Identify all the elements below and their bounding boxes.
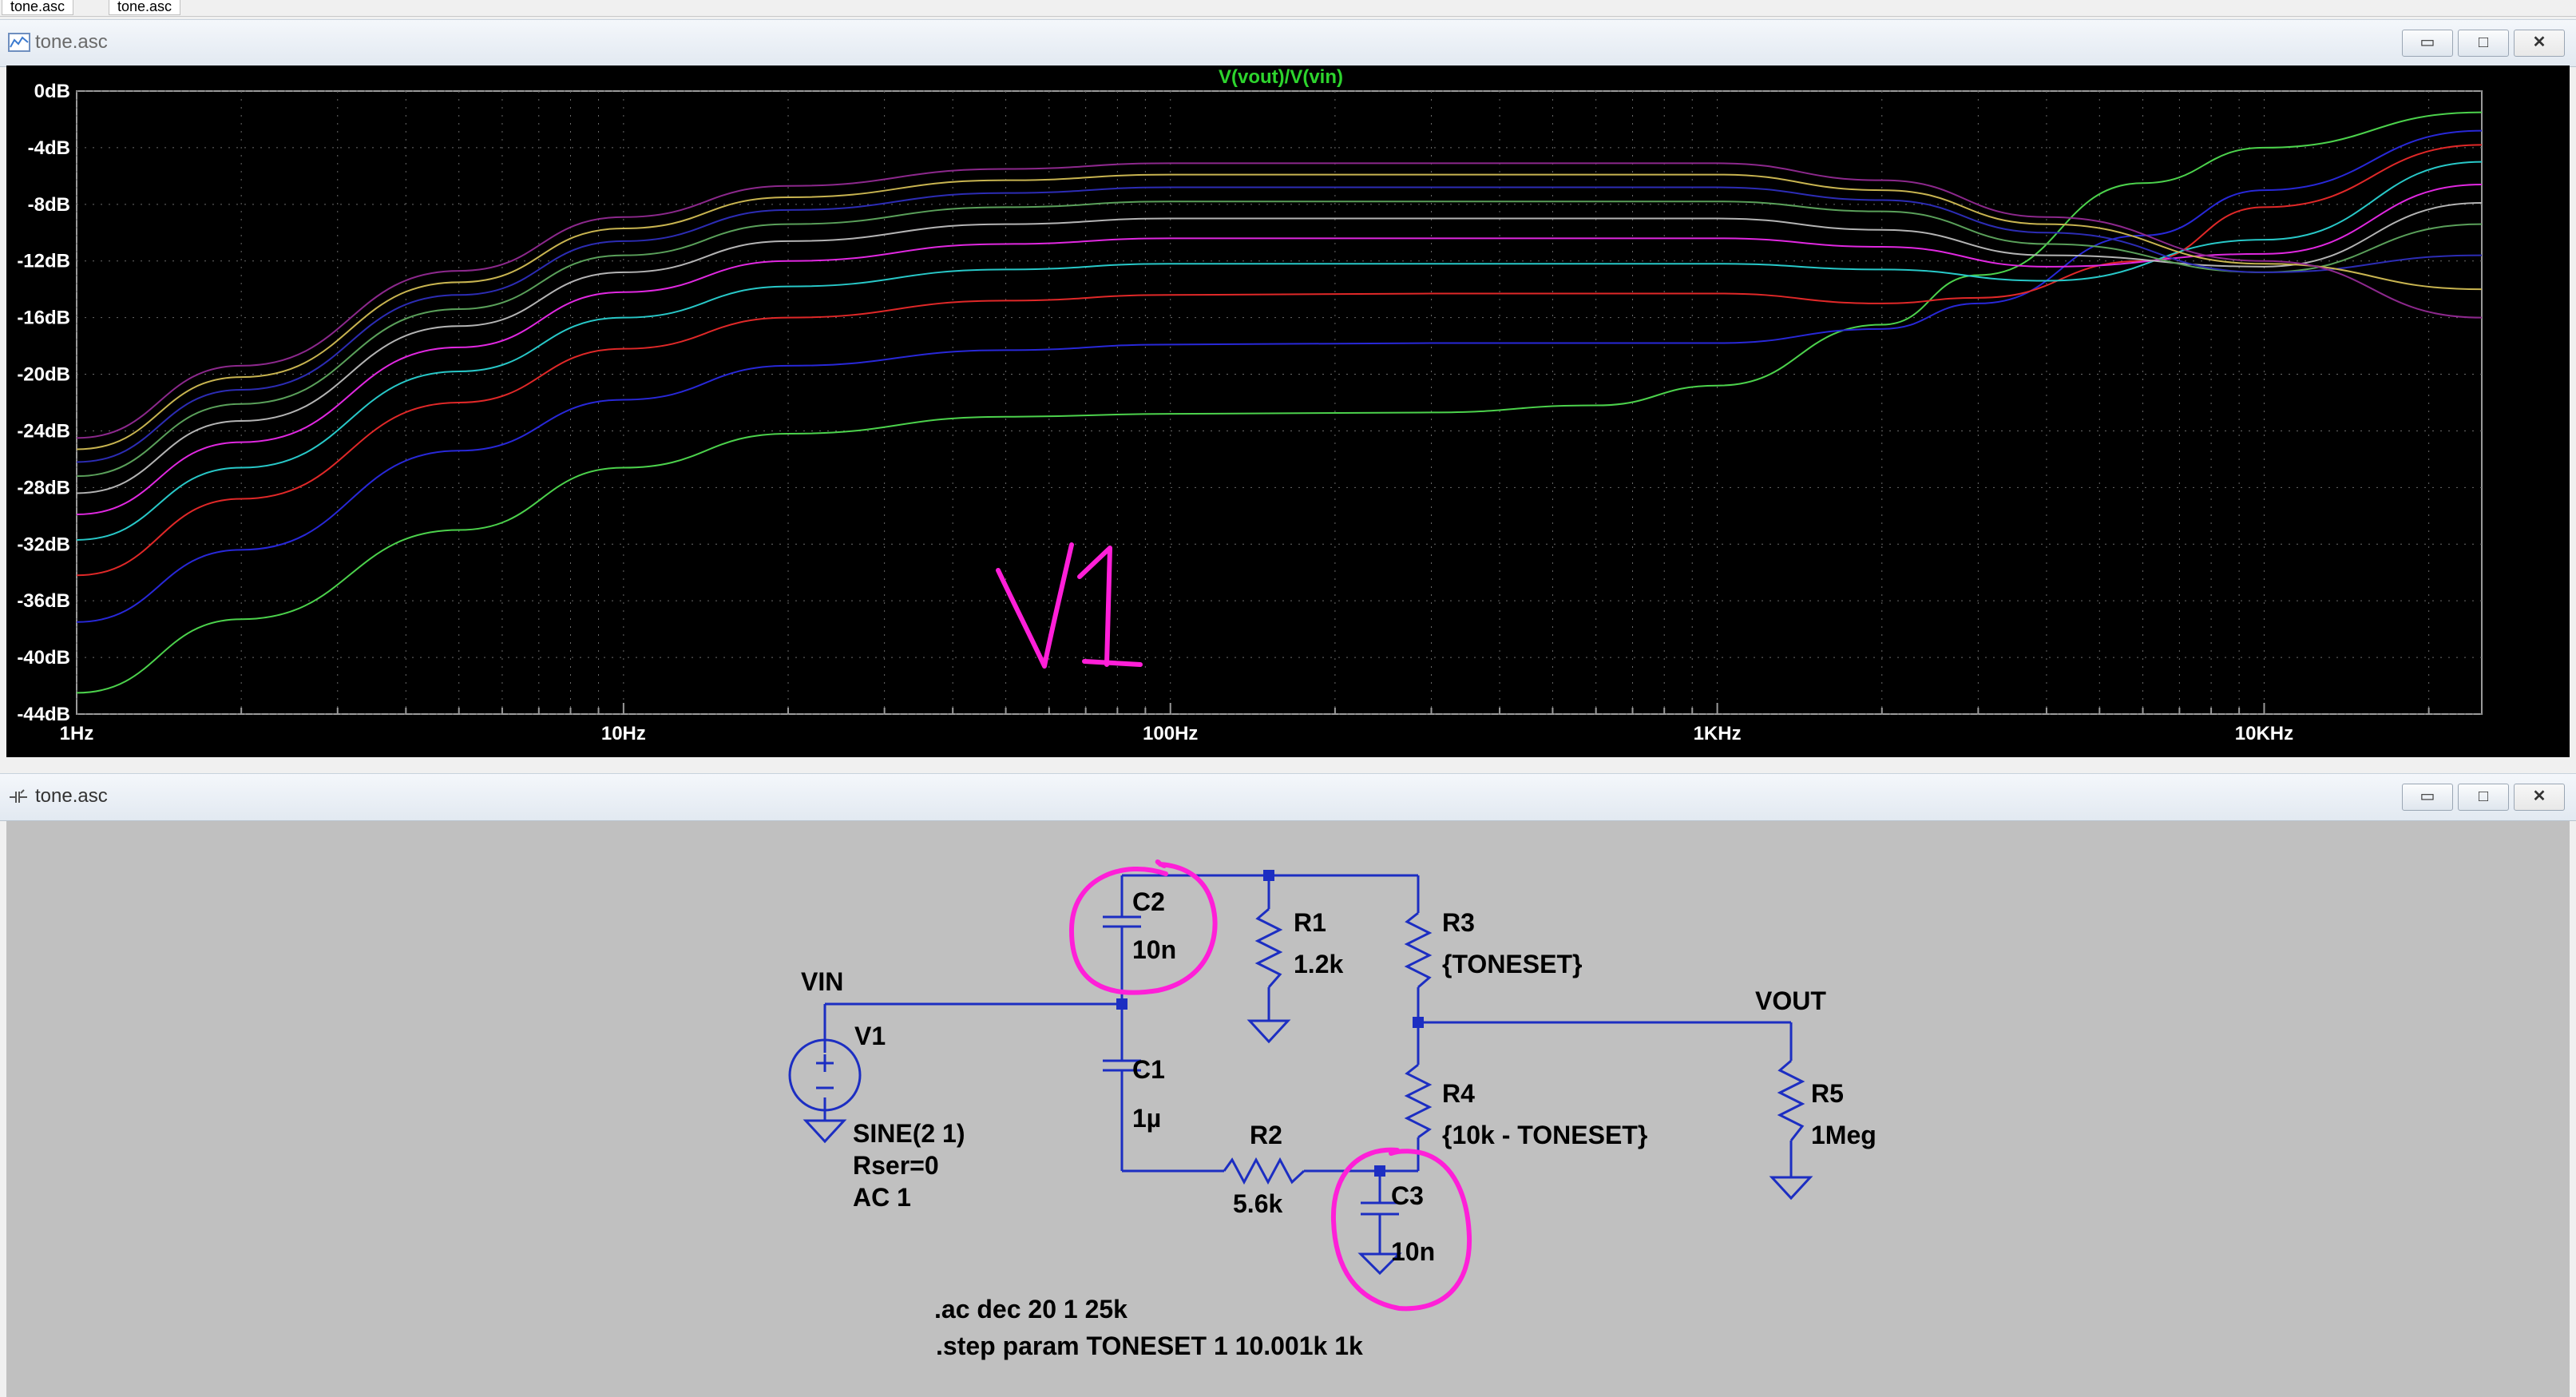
plot-frame xyxy=(76,90,2483,715)
x-tick-label: 100Hz xyxy=(1143,723,1198,744)
r5-label[interactable]: R5 xyxy=(1811,1079,1844,1108)
schematic-window-icon xyxy=(10,789,27,803)
r2-resistor-symbol[interactable] xyxy=(1223,1157,1306,1185)
document-tab-strip: tone.asc tone.asc xyxy=(0,0,2576,17)
y-tick-label: -32dB xyxy=(17,534,70,555)
schematic-window-title: tone.asc xyxy=(35,785,108,807)
r4-resistor-symbol[interactable] xyxy=(1404,1063,1433,1139)
schematic-close-button[interactable]: ✕ xyxy=(2514,784,2565,811)
trace-series-7[interactable] xyxy=(76,186,2483,463)
y-tick-label: -40dB xyxy=(17,647,70,669)
plot-trace-title[interactable]: V(vout)/V(vin) xyxy=(1219,66,1343,88)
waveform-plot-pane[interactable]: V(vout)/V(vin) 0dB -4dB -8dB -12dB -16dB -20d… xyxy=(6,65,2570,757)
c2-label[interactable]: C2 xyxy=(1132,887,1165,916)
plot-window-titlebar[interactable]: tone.asc ▭ □ ✕ xyxy=(0,19,2576,67)
y-tick-label: 0dB xyxy=(34,81,70,102)
y-tick-label: -12dB xyxy=(17,251,70,272)
handwritten-v1-annotation xyxy=(996,542,1143,669)
bode-plot-chart[interactable]: V(vout)/V(vin) 0dB -4dB -8dB -12dB -16dB -20d… xyxy=(6,65,2570,757)
plot-close-button[interactable]: ✕ xyxy=(2514,30,2565,57)
x-axis: 1Hz 10Hz 100Hz 1KHz 10KHz xyxy=(60,723,2293,744)
r4-label[interactable]: R4 xyxy=(1442,1079,1475,1108)
y-tick-label: -4dB xyxy=(28,137,70,159)
trace-series-4[interactable] xyxy=(76,184,2483,516)
x-tick-label: 10KHz xyxy=(2235,723,2293,744)
v1-sine-value[interactable]: SINE(2 1) xyxy=(853,1119,965,1148)
y-axis: 0dB -4dB -8dB -12dB -16dB -20dB -24dB -28dB -32d… xyxy=(17,81,70,725)
r1-label[interactable]: R1 xyxy=(1294,908,1326,937)
x-tick-label: 10Hz xyxy=(601,723,646,744)
plot-maximize-button[interactable]: □ xyxy=(2458,30,2509,57)
spice-directive-step[interactable]: .step param TONESET 1 10.001k 1k xyxy=(936,1332,1363,1360)
r5-value[interactable]: 1Meg xyxy=(1811,1121,1877,1149)
v1-ac-value[interactable]: AC 1 xyxy=(853,1183,911,1212)
c2-highlight-circle xyxy=(1068,859,1218,995)
c3-highlight-circle xyxy=(1330,1147,1472,1312)
y-tick-label: -8dB xyxy=(28,194,70,216)
trace-series-6[interactable] xyxy=(76,200,2483,478)
r5-resistor-symbol[interactable] xyxy=(1769,1059,1813,1201)
y-tick-label: -44dB xyxy=(17,704,70,725)
r3-label[interactable]: R3 xyxy=(1442,908,1475,937)
y-tick-label: -20dB xyxy=(17,364,70,386)
plot-minimize-button[interactable]: ▭ xyxy=(2402,30,2453,57)
r2-value[interactable]: 5.6k xyxy=(1233,1189,1282,1218)
v1-rser-value[interactable]: Rser=0 xyxy=(853,1151,939,1180)
x-tick-label: 1KHz xyxy=(1694,723,1742,744)
y-tick-label: -36dB xyxy=(17,590,70,612)
v1-voltage-source-symbol[interactable] xyxy=(788,1038,862,1144)
schematic-window-titlebar[interactable]: tone.asc ▭ □ ✕ xyxy=(0,773,2576,821)
c3-value[interactable]: 10n xyxy=(1391,1237,1435,1266)
trace-series-0[interactable] xyxy=(76,111,2483,694)
schematic-minimize-button[interactable]: ▭ xyxy=(2402,784,2453,811)
trace-series-2[interactable] xyxy=(76,144,2483,577)
r3-resistor-symbol[interactable] xyxy=(1404,911,1433,989)
r4-value[interactable]: {10k - TONESET} xyxy=(1442,1121,1647,1149)
plot-grid xyxy=(76,90,2483,715)
y-tick-label: -24dB xyxy=(17,420,70,442)
c1-value[interactable]: 1µ xyxy=(1132,1104,1161,1133)
waveform-window-icon xyxy=(8,33,30,52)
plot-window-title: tone.asc xyxy=(35,31,108,53)
y-tick-label: -16dB xyxy=(17,308,70,329)
r1-value[interactable]: 1.2k xyxy=(1294,950,1343,978)
tab-tone-asc-plot[interactable]: tone.asc xyxy=(2,0,74,15)
c3-label[interactable]: C3 xyxy=(1391,1181,1424,1210)
r1-resistor-symbol[interactable] xyxy=(1246,907,1291,1044)
net-label-vout[interactable]: VOUT xyxy=(1755,986,1826,1015)
schematic-canvas[interactable]: VIN VOUT V1 SINE(2 1) Rser=0 AC 1 C2 10n… xyxy=(6,821,2570,1397)
plot-traces xyxy=(76,111,2483,694)
spice-directive-ac[interactable]: .ac dec 20 1 25k xyxy=(934,1295,1127,1324)
x-tick-label: 1Hz xyxy=(60,723,94,744)
c2-value[interactable]: 10n xyxy=(1132,935,1176,964)
y-tick-label: -28dB xyxy=(17,477,70,498)
c1-label[interactable]: C1 xyxy=(1132,1055,1165,1084)
trace-series-8[interactable] xyxy=(76,173,2483,450)
net-label-vin[interactable]: VIN xyxy=(801,967,843,996)
tab-tone-asc-schematic[interactable]: tone.asc xyxy=(109,0,181,15)
schematic-maximize-button[interactable]: □ xyxy=(2458,784,2509,811)
v1-label[interactable]: V1 xyxy=(854,1022,886,1050)
r3-value[interactable]: {TONESET} xyxy=(1442,950,1582,978)
r2-label[interactable]: R2 xyxy=(1250,1121,1282,1149)
